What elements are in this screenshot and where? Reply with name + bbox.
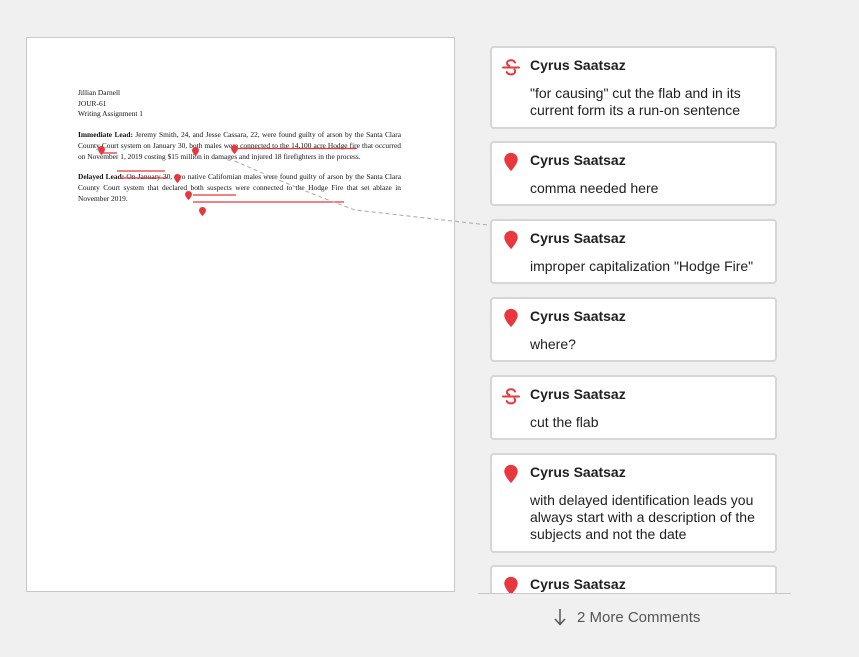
immediate-lead-label: Immediate Lead: bbox=[78, 130, 133, 140]
pin-icon bbox=[504, 576, 518, 593]
comment-author: Cyrus Saatsaz bbox=[530, 464, 626, 480]
pin-icon bbox=[504, 464, 518, 484]
more-comments-button[interactable]: 2 More Comments bbox=[553, 606, 700, 628]
strikethrough-icon bbox=[502, 59, 520, 76]
delayed-lead-text: On January 30, two native Californian ma… bbox=[78, 172, 401, 203]
header-line-course: JOUR-61 bbox=[78, 98, 107, 108]
comment-text: where? bbox=[530, 336, 576, 352]
pin-icon[interactable] bbox=[174, 174, 181, 183]
comment-author: Cyrus Saatsaz bbox=[530, 57, 626, 73]
delayed-lead-label: Delayed Lead: bbox=[78, 172, 125, 182]
comment-author: Cyrus Saatsaz bbox=[530, 576, 626, 592]
comments-divider bbox=[478, 593, 791, 594]
pin-icon[interactable] bbox=[192, 147, 199, 156]
comment-card[interactable]: Cyrus Saatsaz "for causing" cut the flab… bbox=[490, 46, 777, 129]
comment-author: Cyrus Saatsaz bbox=[530, 386, 626, 402]
comment-text: "for causing" cut the flab and in its cu… bbox=[530, 85, 741, 118]
document-page: Jillian Darnell JOUR-61 Writing Assignme… bbox=[26, 37, 455, 592]
comment-author: Cyrus Saatsaz bbox=[530, 230, 626, 246]
arrow-down-icon bbox=[554, 609, 566, 626]
pin-icon[interactable] bbox=[185, 191, 192, 200]
comment-text: comma needed here bbox=[530, 180, 659, 196]
strikethrough-icon bbox=[502, 388, 520, 405]
pin-icon bbox=[504, 308, 518, 328]
header-line-assignment: Writing Assignment 1 bbox=[78, 109, 143, 119]
comment-card[interactable]: Cyrus Saatsaz cut the flab bbox=[490, 375, 777, 440]
more-comments-label: 2 More Comments bbox=[577, 608, 701, 626]
comment-text: improper capitalization "Hodge Fire" bbox=[530, 258, 754, 274]
pin-icon bbox=[504, 152, 518, 172]
comment-card[interactable]: Cyrus Saatsaz where? bbox=[490, 297, 777, 362]
comment-author: Cyrus Saatsaz bbox=[530, 308, 626, 324]
comments-panel: Cyrus Saatsaz "for causing" cut the flab… bbox=[478, 40, 790, 593]
pin-icon[interactable] bbox=[199, 207, 206, 216]
pin-icon[interactable] bbox=[231, 145, 238, 154]
comment-text: cut the flab bbox=[530, 414, 599, 430]
comment-author: Cyrus Saatsaz bbox=[530, 152, 626, 168]
document-body: Jillian Darnell JOUR-61 Writing Assignme… bbox=[78, 88, 401, 204]
pin-icon[interactable] bbox=[98, 146, 105, 155]
header-line-name: Jillian Darnell bbox=[78, 88, 121, 97]
comment-card[interactable]: Cyrus Saatsaz improper capitalization "H… bbox=[490, 219, 777, 284]
delayed-lead-paragraph[interactable]: Delayed Lead: On January 30, two native … bbox=[78, 172, 401, 204]
comment-text: with delayed identification leads you al… bbox=[530, 492, 755, 542]
comment-card[interactable]: Cyrus Saatsaz with delayed identificatio… bbox=[490, 453, 777, 553]
comment-card[interactable]: Cyrus Saatsaz comma needed here bbox=[490, 141, 777, 206]
comment-card[interactable]: Cyrus Saatsaz bbox=[490, 565, 777, 593]
pin-icon bbox=[504, 230, 518, 250]
immediate-lead-paragraph[interactable]: Immediate Lead: Jeremy Smith, 24, and Je… bbox=[78, 130, 401, 162]
